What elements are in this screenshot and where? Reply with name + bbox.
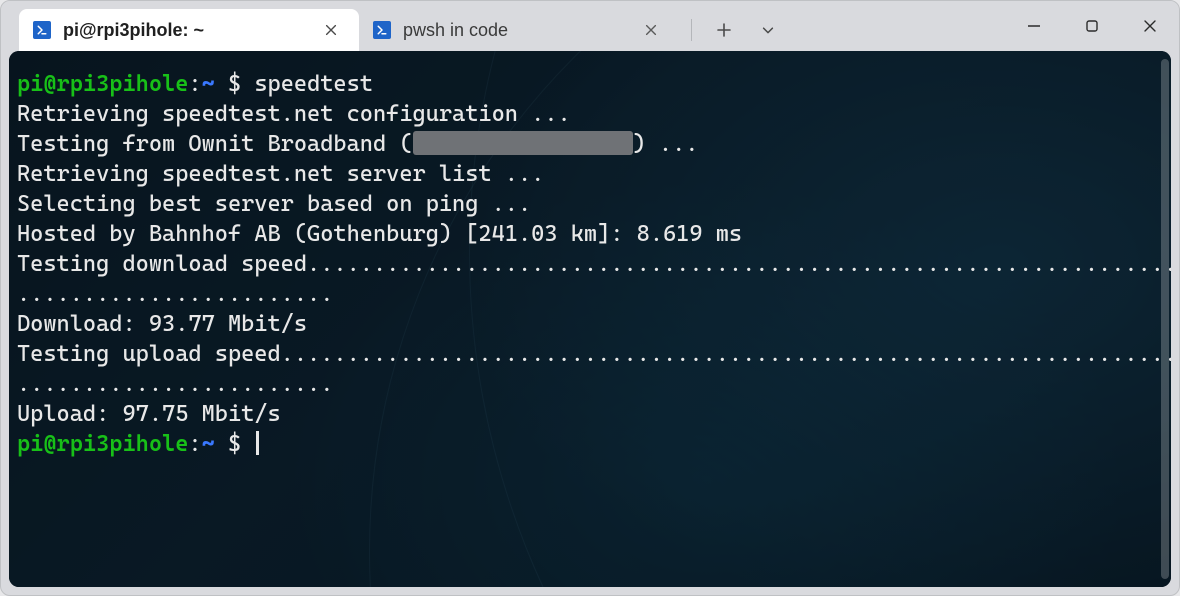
cursor — [256, 431, 259, 455]
prompt-user-host: pi@rpi3pihole — [17, 71, 188, 97]
close-window-button[interactable] — [1121, 1, 1179, 51]
tab-inactive[interactable]: pwsh in code — [359, 9, 679, 51]
output-line: Hosted by Bahnhof AB (Gothenburg) [241.0… — [17, 221, 742, 247]
output-line: ........................ — [17, 281, 333, 307]
output-line: ........................ — [17, 371, 333, 397]
terminal-content[interactable]: pi@rpi3pihole:~ $ speedtest Retrieving s… — [9, 51, 1171, 587]
maximize-button[interactable] — [1063, 1, 1121, 51]
prompt-dollar: $ — [228, 431, 241, 457]
title-bar: pi@rpi3pihole: ~ pwsh in code — [1, 1, 1179, 51]
output-line: ) ... — [633, 131, 699, 157]
powershell-icon — [33, 21, 51, 39]
tab-close-button[interactable] — [637, 16, 665, 44]
output-line: Testing upload speed....................… — [17, 341, 1171, 367]
scrollbar[interactable] — [1161, 59, 1169, 579]
prompt-user-host: pi@rpi3pihole — [17, 431, 188, 457]
output-line: Upload: 97.75 Mbit/s — [17, 401, 281, 427]
command-text: speedtest — [254, 71, 373, 97]
output-line: Retrieving speedtest.net server list ... — [17, 161, 544, 187]
output-line: Selecting best server based on ping ... — [17, 191, 531, 217]
new-tab-button[interactable] — [704, 10, 744, 50]
minimize-button[interactable] — [1005, 1, 1063, 51]
tab-close-button[interactable] — [317, 16, 345, 44]
tab-actions — [679, 9, 788, 51]
window-controls — [1005, 1, 1179, 51]
scrollbar-thumb[interactable] — [1161, 59, 1169, 579]
output-line: Testing from Ownit Broadband ( — [17, 131, 413, 157]
tab-dropdown-button[interactable] — [748, 10, 788, 50]
prompt-dollar: $ — [228, 71, 241, 97]
terminal-window: pi@rpi3pihole: ~ pwsh in code — [0, 0, 1180, 596]
separator — [691, 19, 692, 41]
redacted-ip — [413, 131, 633, 155]
prompt-cwd: ~ — [202, 71, 215, 97]
tab-label: pi@rpi3pihole: ~ — [63, 20, 305, 41]
prompt-sep: : — [188, 431, 201, 457]
tab-label: pwsh in code — [403, 20, 625, 41]
prompt-sep: : — [188, 71, 201, 97]
output-line: Retrieving speedtest.net configuration .… — [17, 101, 571, 127]
output-line: Download: 93.77 Mbit/s — [17, 311, 307, 337]
terminal-viewport[interactable]: pi@rpi3pihole:~ $ speedtest Retrieving s… — [9, 51, 1171, 587]
output-line: Testing download speed..................… — [17, 251, 1171, 277]
powershell-icon — [373, 21, 391, 39]
prompt-cwd: ~ — [202, 431, 215, 457]
tab-active[interactable]: pi@rpi3pihole: ~ — [19, 9, 359, 51]
